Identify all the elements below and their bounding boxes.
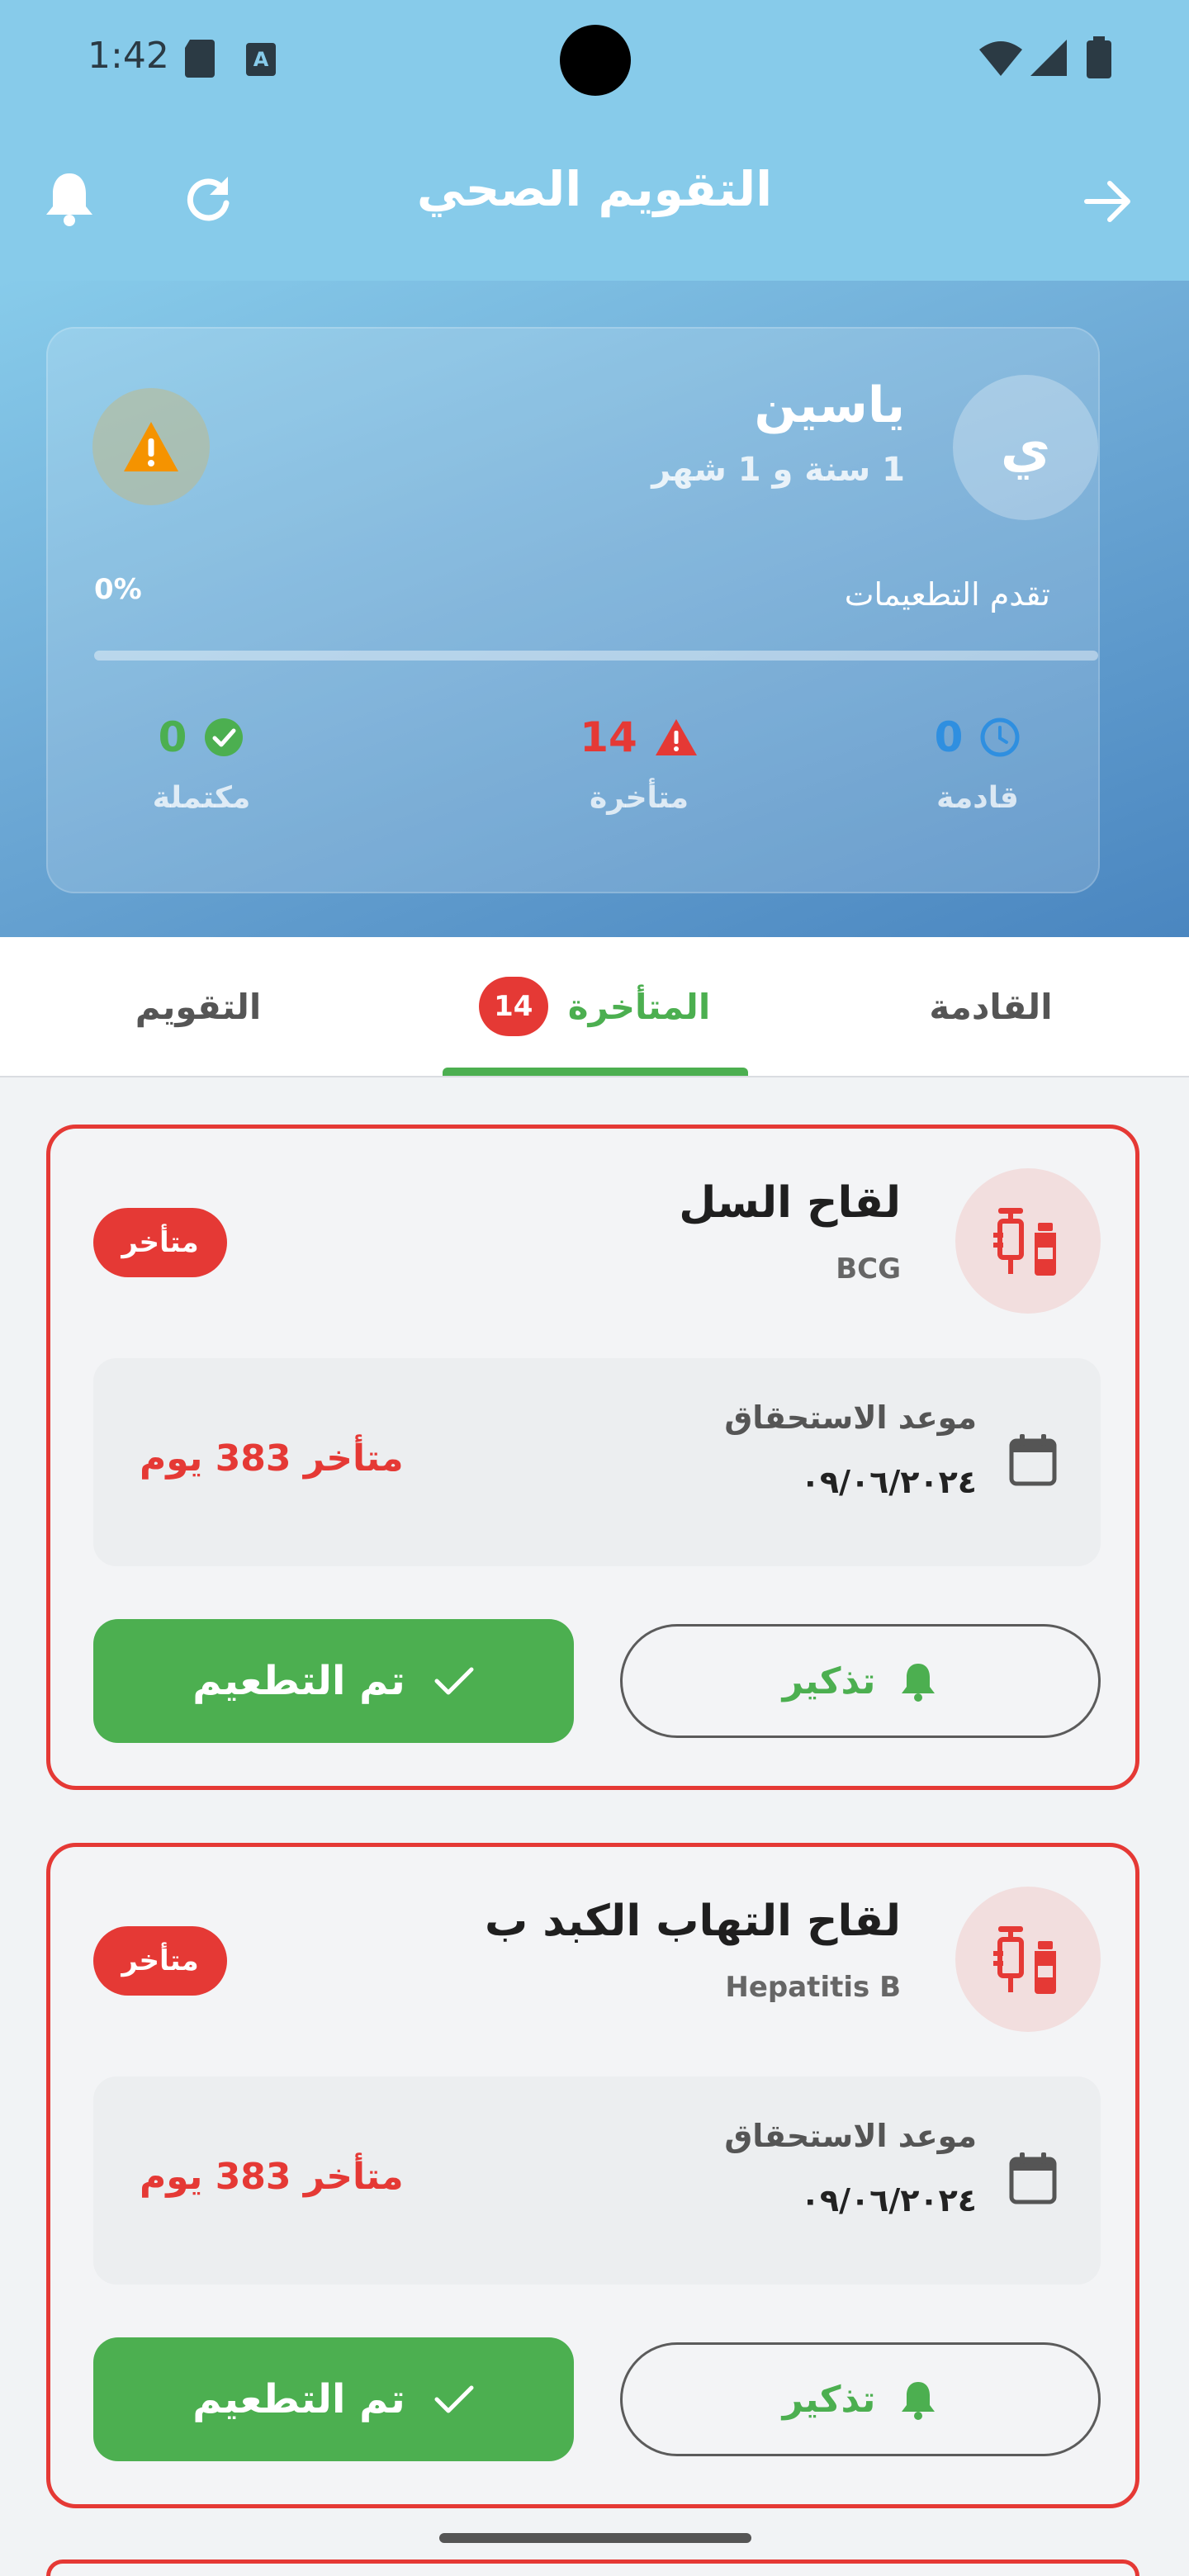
stat-overdue: 14 متأخرة	[532, 708, 746, 815]
due-date-label: موعد الاستحقاق	[724, 1399, 977, 1436]
upcoming-count: 0	[934, 713, 964, 761]
check-circle-icon	[205, 718, 244, 756]
bell-icon	[46, 173, 92, 226]
vaccine-icon-circle	[955, 1168, 1101, 1314]
status-badge: متأخر	[93, 1208, 227, 1277]
active-tab-indicator	[443, 1068, 748, 1076]
warning-icon	[124, 422, 178, 471]
vaccine-icon	[993, 1208, 1056, 1276]
mark-vaccinated-label: تم التطعيم	[192, 2376, 405, 2422]
calendar-icon	[1008, 2151, 1058, 2205]
header-background: ي ياسين 1 سنة و 1 شهر تقدم التطعيمات 0% …	[0, 281, 1189, 937]
tab-calendar[interactable]: التقويم	[33, 937, 363, 1076]
progress-label: تقدم التطعيمات	[844, 576, 1050, 613]
stat-completed: 0 مكتملة	[94, 708, 309, 815]
remind-button[interactable]: تذكير	[620, 1624, 1101, 1738]
sd-card-icon	[183, 40, 216, 78]
remind-button-label: تذكير	[782, 1660, 876, 1702]
vaccine-icon-circle	[955, 1887, 1101, 2032]
avatar: ي	[953, 375, 1098, 520]
mark-vaccinated-button[interactable]: تم التطعيم	[93, 2337, 574, 2461]
child-profile-card: ي ياسين 1 سنة و 1 شهر تقدم التطعيمات 0% …	[46, 327, 1100, 893]
tab-bar: التقويم 14 المتأخرة القادمة	[0, 937, 1189, 1077]
tab-calendar-label: التقويم	[135, 986, 262, 1027]
tab-upcoming[interactable]: القادمة	[826, 937, 1156, 1076]
app-bar: التقويم الصحي	[0, 124, 1189, 281]
refresh-icon	[187, 177, 230, 221]
stat-upcoming: 0 قادمة	[870, 708, 1085, 815]
due-date-value: ٠٩/٠٦/٢٠٢٤	[800, 2182, 977, 2218]
child-age: 1 سنة و 1 شهر	[651, 451, 905, 489]
vaccine-card-partial	[46, 2559, 1139, 2576]
clock-icon	[980, 717, 1020, 757]
vaccine-code: Hepatitis B	[725, 1971, 901, 2004]
back-button[interactable]	[1078, 172, 1138, 231]
tab-overdue-label: المتأخرة	[567, 986, 711, 1027]
vaccination-progress-bar	[94, 651, 1098, 661]
vaccine-code: BCG	[836, 1252, 901, 1286]
due-date-value: ٠٩/٠٦/٢٠٢٤	[800, 1464, 977, 1500]
overdue-count: 14	[580, 713, 637, 761]
remind-button[interactable]: تذكير	[620, 2342, 1101, 2456]
tab-upcoming-label: القادمة	[929, 986, 1053, 1027]
bell-icon	[902, 1664, 936, 1702]
home-indicator[interactable]	[439, 2533, 751, 2543]
vaccine-card: لقاح التهاب الكبد ب Hepatitis B متأخر مو…	[46, 1843, 1139, 2508]
vaccine-name: لقاح التهاب الكبد ب	[484, 1896, 901, 1946]
bell-icon	[902, 2382, 936, 2420]
checkmark-icon	[434, 2385, 474, 2413]
progress-percent: 0%	[94, 573, 142, 606]
vaccine-icon	[993, 1926, 1056, 1994]
battery-icon	[1085, 36, 1113, 79]
due-date-box: موعد الاستحقاق ٠٩/٠٦/٢٠٢٤ متأخر 383 يوم	[93, 2076, 1101, 2285]
mark-vaccinated-label: تم التطعيم	[192, 1658, 405, 1704]
days-overdue: متأخر 383 يوم	[140, 1437, 404, 1480]
notifications-button[interactable]	[40, 168, 99, 228]
refresh-button[interactable]	[178, 168, 238, 228]
status-time: 1:42	[88, 35, 169, 77]
page-title: التقويم الصحي	[416, 161, 773, 217]
days-overdue: متأخر 383 يوم	[140, 2156, 404, 2198]
completed-count: 0	[158, 713, 187, 761]
tab-overdue[interactable]: 14 المتأخرة	[429, 937, 760, 1076]
due-date-label: موعد الاستحقاق	[724, 2118, 977, 2154]
completed-label: مكتملة	[152, 781, 251, 815]
calendar-icon	[1008, 1432, 1058, 1487]
warning-triangle-icon	[655, 719, 697, 755]
upcoming-label: قادمة	[936, 781, 1019, 815]
signal-icon	[1029, 38, 1070, 78]
keyboard-a-icon: A	[244, 41, 277, 78]
front-camera	[560, 25, 631, 96]
mark-vaccinated-button[interactable]: تم التطعيم	[93, 1619, 574, 1743]
arrow-right-icon	[1084, 181, 1130, 222]
remind-button-label: تذكير	[782, 2378, 876, 2421]
alert-button[interactable]	[92, 388, 210, 505]
vaccine-name: لقاح السل	[679, 1178, 901, 1228]
status-badge: متأخر	[93, 1926, 227, 1996]
vaccine-card: لقاح السل BCG متأخر موعد الاستحقاق ٠٩/٠٦…	[46, 1125, 1139, 1790]
overdue-label: متأخرة	[589, 781, 689, 815]
child-name: ياسين	[754, 376, 905, 434]
due-date-box: موعد الاستحقاق ٠٩/٠٦/٢٠٢٤ متأخر 383 يوم	[93, 1358, 1101, 1566]
checkmark-icon	[434, 1667, 474, 1695]
wifi-icon	[978, 40, 1024, 78]
overdue-count-badge: 14	[478, 977, 548, 1036]
svg-text:A: A	[253, 48, 269, 71]
status-bar: 1:42 A	[0, 0, 1189, 124]
